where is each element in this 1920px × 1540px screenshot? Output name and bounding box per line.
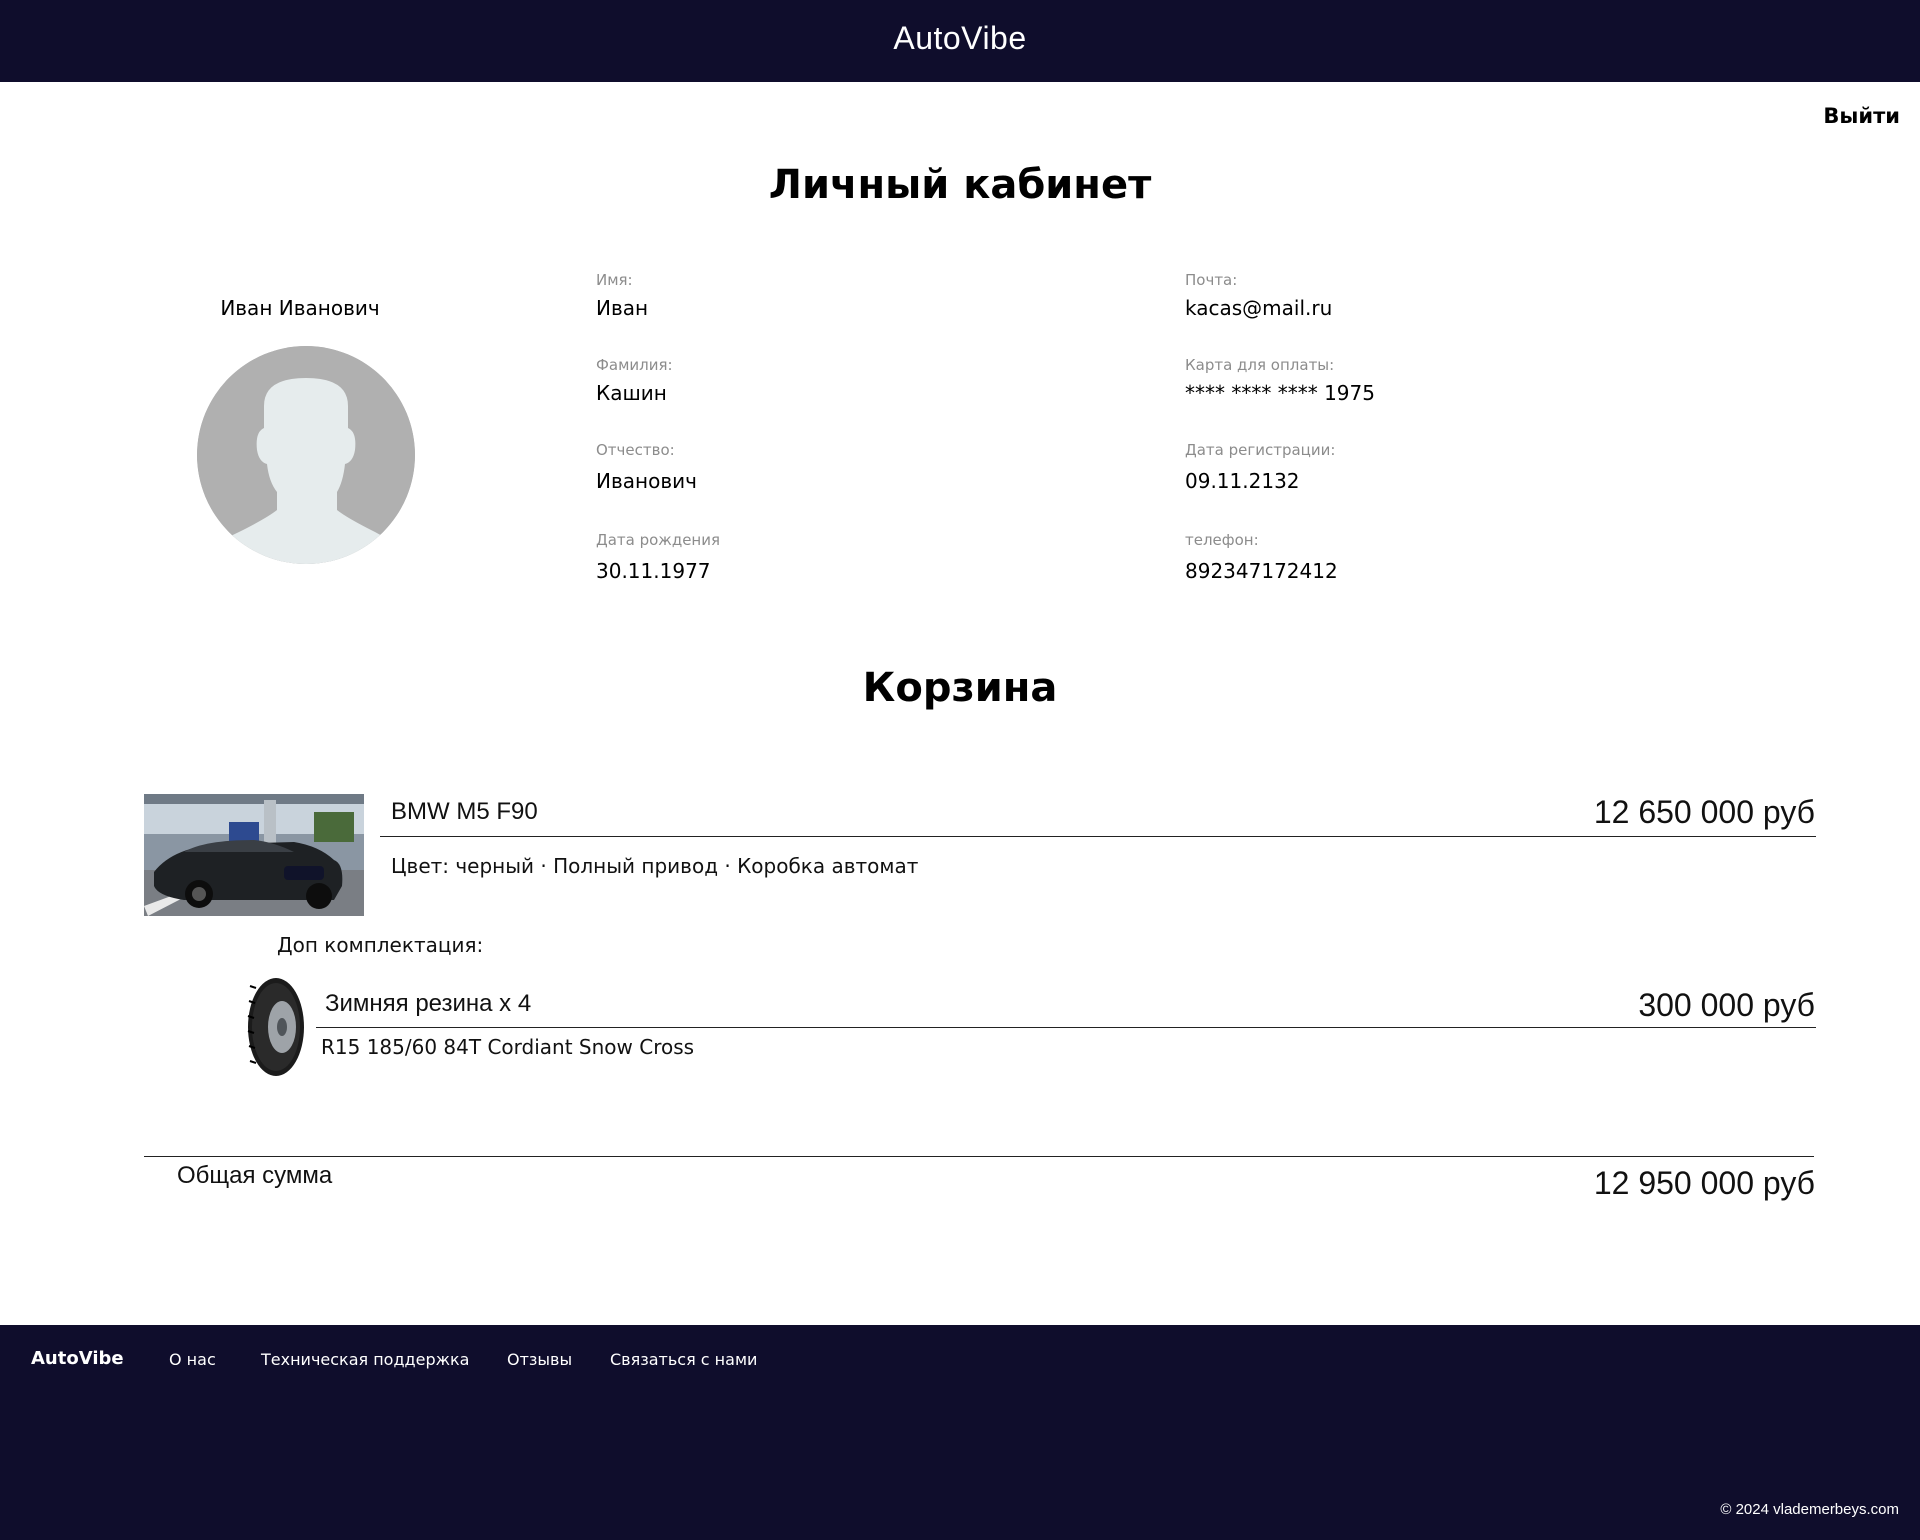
cart-item-price: 12 650 000 руб <box>1593 794 1815 830</box>
cart-item-description: Цвет: черный · Полный привод · Коробка а… <box>391 854 919 878</box>
footer-link-about[interactable]: О нас <box>169 1350 216 1369</box>
extra-item-name: Зимняя резина x 4 <box>325 990 532 1017</box>
footer-link-reviews[interactable]: Отзывы <box>507 1350 572 1369</box>
footer: AutoVibe О нас Техническая поддержка Отз… <box>0 1325 1920 1540</box>
first-name-value: Иван <box>596 296 649 320</box>
copyright-text: © 2024 vlademerbeys.com <box>1720 1501 1899 1518</box>
payment-card-value: **** **** **** 1975 <box>1185 381 1375 405</box>
cart-item-divider <box>380 836 1816 837</box>
extras-label: Доп комплектация: <box>277 933 484 957</box>
user-silhouette-icon <box>197 346 415 564</box>
birth-date-value: 30.11.1977 <box>596 559 711 583</box>
top-header-bar: AutoVibe <box>0 0 1920 82</box>
car-photo-icon <box>144 794 364 916</box>
extra-item-divider <box>316 1027 1816 1028</box>
profile-display-name: Иван Иванович <box>220 296 380 320</box>
total-value: 12 950 000 руб <box>1593 1165 1815 1201</box>
birth-date-label: Дата рождения <box>596 531 720 549</box>
footer-brand[interactable]: AutoVibe <box>31 1348 124 1369</box>
last-name-label: Фамилия: <box>596 356 673 374</box>
cart-item-name: BMW M5 F90 <box>391 798 538 825</box>
first-name-label: Имя: <box>596 271 633 289</box>
avatar <box>197 346 415 564</box>
patronymic-label: Отчество: <box>596 441 675 459</box>
total-divider <box>144 1156 1814 1157</box>
registration-date-value: 09.11.2132 <box>1185 469 1300 493</box>
registration-date-label: Дата регистрации: <box>1185 441 1336 459</box>
extra-item-description: R15 185/60 84T Cordiant Snow Cross <box>321 1035 695 1059</box>
page-title: Личный кабинет <box>768 162 1152 208</box>
car-image[interactable] <box>144 794 364 916</box>
site-logo[interactable]: AutoVibe <box>0 20 1920 57</box>
footer-link-contact[interactable]: Связаться с нами <box>610 1350 757 1369</box>
logout-button[interactable]: Выйти <box>1823 104 1900 128</box>
phone-label: телефон: <box>1185 531 1259 549</box>
patronymic-value: Иванович <box>596 469 697 493</box>
email-value: kacas@mail.ru <box>1185 296 1333 320</box>
extra-item-price: 300 000 руб <box>1638 987 1815 1023</box>
tire-image[interactable] <box>246 976 306 1078</box>
total-label: Общая сумма <box>177 1162 333 1189</box>
payment-card-label: Карта для оплаты: <box>1185 356 1335 374</box>
last-name-value: Кашин <box>596 381 667 405</box>
tire-icon <box>247 978 304 1076</box>
phone-value: 892347172412 <box>1185 559 1338 583</box>
cart-title: Корзина <box>862 665 1058 711</box>
email-label: Почта: <box>1185 271 1238 289</box>
footer-link-support[interactable]: Техническая поддержка <box>261 1350 469 1369</box>
